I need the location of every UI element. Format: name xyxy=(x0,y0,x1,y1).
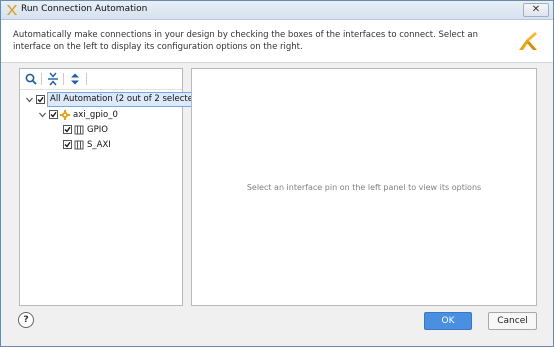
help-icon: ? xyxy=(23,315,29,325)
toolbar-divider xyxy=(86,73,87,85)
gpio-checkbox[interactable] xyxy=(63,125,72,134)
options-panel: Select an interface pin on the left pane… xyxy=(191,68,537,306)
chevron-down-icon[interactable] xyxy=(25,93,34,107)
xilinx-logo-icon xyxy=(519,32,537,50)
tree-toolbar xyxy=(20,69,182,90)
s-axi-checkbox[interactable] xyxy=(63,140,72,149)
close-button[interactable]: ✕ xyxy=(523,3,549,17)
axi-gpio-label[interactable]: axi_gpio_0 xyxy=(73,108,118,122)
cancel-button[interactable]: Cancel xyxy=(488,312,537,330)
tree-row-gpio[interactable]: GPIO xyxy=(20,123,182,137)
toolbar-divider xyxy=(63,73,64,85)
interface-icon xyxy=(74,125,84,135)
toolbar-divider xyxy=(41,73,42,85)
collapse-all-icon[interactable] xyxy=(46,72,60,86)
window-title: Run Connection Automation xyxy=(21,4,148,14)
gpio-label[interactable]: GPIO xyxy=(87,123,108,137)
options-hint-text: Select an interface pin on the left pane… xyxy=(246,183,482,192)
interface-icon xyxy=(74,140,84,150)
tree-row-s-axi[interactable]: S_AXI xyxy=(20,138,182,152)
xilinx-app-icon xyxy=(7,5,17,15)
run-connection-automation-dialog: Run Connection Automation ✕ Automaticall… xyxy=(0,0,554,347)
search-icon[interactable] xyxy=(24,72,38,86)
close-icon: ✕ xyxy=(531,4,541,15)
expand-all-icon[interactable] xyxy=(68,72,82,86)
ip-block-icon xyxy=(60,110,70,120)
ok-button[interactable]: OK xyxy=(424,312,472,330)
all-automation-label[interactable]: All Automation (2 out of 2 selected) xyxy=(47,92,205,107)
description-banner: Automatically make connections in your d… xyxy=(1,20,553,63)
tree-row-all-automation[interactable]: All Automation (2 out of 2 selected) xyxy=(20,92,205,107)
all-automation-checkbox[interactable] xyxy=(36,95,45,104)
s-axi-label[interactable]: S_AXI xyxy=(87,138,111,152)
chevron-down-icon[interactable] xyxy=(38,108,47,122)
help-button[interactable]: ? xyxy=(18,312,34,328)
axi-gpio-checkbox[interactable] xyxy=(49,110,58,119)
title-bar[interactable]: Run Connection Automation ✕ xyxy=(1,1,553,20)
tree-row-axi-gpio[interactable]: axi_gpio_0 xyxy=(20,108,182,122)
interface-tree-panel: All Automation (2 out of 2 selected) axi… xyxy=(19,68,205,306)
banner-description: Automatically make connections in your d… xyxy=(13,30,479,52)
